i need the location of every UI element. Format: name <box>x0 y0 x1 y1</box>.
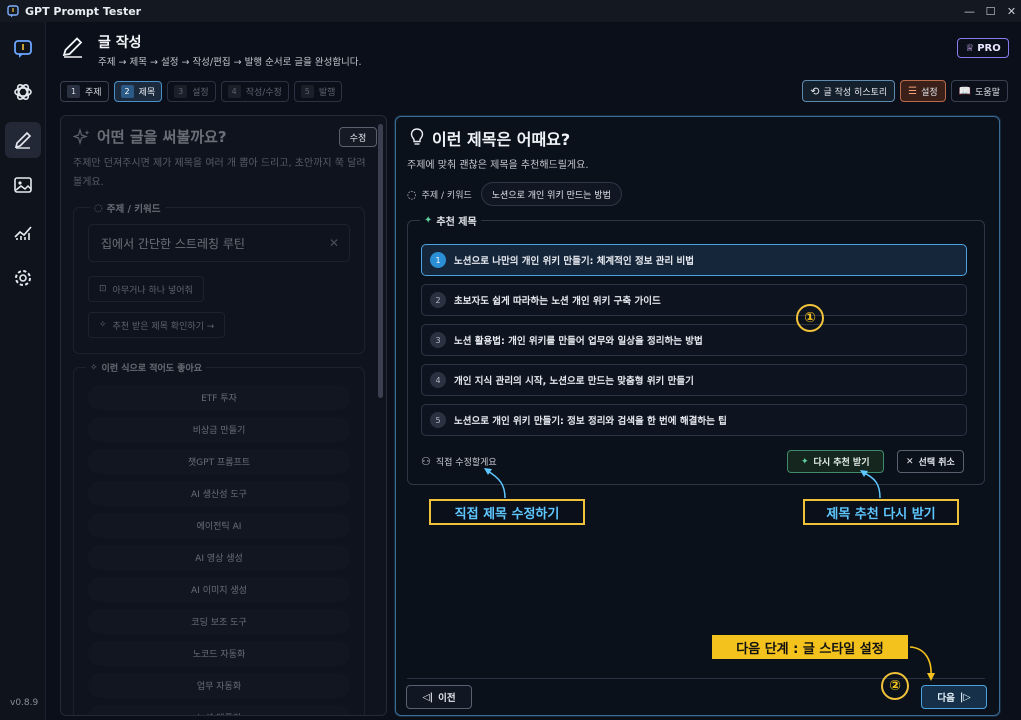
title-bar: GPT Prompt Tester — ☐ ✕ <box>0 0 1021 22</box>
title-panel: 이런 제목은 어때요? 주제에 맞춰 괜찮은 제목을 추천해드릴게요. ◌ 주제… <box>395 116 1000 716</box>
example-chip[interactable]: 코딩 보조 도구 <box>88 609 350 634</box>
page-subtitle: 주제 → 제목 → 설정 → 작성/편집 → 발행 순서로 글을 완성합니다. <box>98 57 362 68</box>
dice-icon: ⊡ <box>99 284 107 294</box>
topic-summary: ◌ 주제 / 키워드 노션으로 개인 위키 만드는 방법 <box>407 182 622 206</box>
next-icon: |▷ <box>959 691 971 703</box>
title-option-3[interactable]: 3 노션 활용법: 개인 위키를 만들어 업무와 일상을 정리하는 방법 <box>421 324 967 356</box>
maximize-button[interactable]: ☐ <box>981 0 1000 22</box>
write-pencil-icon <box>62 37 83 58</box>
example-chip[interactable]: 노코드 자동화 <box>88 641 350 666</box>
book-icon: 📖 <box>958 85 972 97</box>
rail-prompt-tester[interactable] <box>5 31 41 67</box>
topic-chip: 노션으로 개인 위키 만드는 방법 <box>480 182 622 206</box>
example-chip[interactable]: 업무 자동화 <box>88 673 350 698</box>
image-icon <box>14 177 32 193</box>
chat-bubble-icon: ◌ <box>407 187 417 201</box>
nav-rail: v0.8.9 <box>0 22 46 720</box>
example-chip[interactable]: AI 영상 생성 <box>88 545 350 570</box>
edit-topic-button[interactable]: 수정 <box>339 127 377 147</box>
regenerate-button[interactable]: ✦ 다시 추천 받기 <box>787 450 884 473</box>
settings-button[interactable]: ☰ 설정 <box>900 80 946 102</box>
title-option-1[interactable]: 1 노션으로 나만의 개인 위키 만들기: 체계적인 정보 관리 비법 <box>421 244 967 276</box>
tab-step-topic[interactable]: 1 주제 <box>60 81 109 102</box>
clear-icon[interactable]: ✕ <box>329 236 339 250</box>
history-button[interactable]: ⟲ 글 작성 히스토리 <box>802 80 896 102</box>
pencil-icon <box>14 131 32 149</box>
sparkle-green-icon: ✦ <box>424 215 433 226</box>
title-option-4[interactable]: 4 개인 지식 관리의 시작, 노션으로 만드는 맞춤형 위키 만들기 <box>421 364 967 396</box>
tab-step-title[interactable]: 2 제목 <box>113 81 163 102</box>
prompt-tester-icon <box>14 40 32 58</box>
examples-group: ✧ 이런 식으로 적어도 좋아요 ETF 투자 비상금 만들기 챗GPT 프롬프… <box>73 361 365 715</box>
tab-step-settings[interactable]: 3 설정 <box>167 81 216 102</box>
example-chip[interactable]: 노션 템플릿 <box>88 705 350 715</box>
chart-line-icon <box>14 226 32 240</box>
sparkle-small-icon: ✧ <box>99 320 107 330</box>
keyword-group: ◌ 주제 / 키워드 집에서 간단한 스트레칭 루틴 ✕ ⊡ 아무거나 하나 넣… <box>73 201 365 354</box>
gear-icon <box>15 270 31 286</box>
toolbar: ⟲ 글 작성 히스토리 ☰ 설정 📖 도움말 <box>802 80 1008 102</box>
annotation-marker-1: ① <box>796 304 824 332</box>
sparkle-legend-icon: ✧ <box>90 362 98 373</box>
recommended-titles-group: ✦ 추천 제목 1 노션으로 나만의 개인 위키 만들기: 체계적인 정보 관리… <box>407 213 985 485</box>
example-chip[interactable]: AI 이미지 생성 <box>88 577 350 602</box>
close-window-button[interactable]: ✕ <box>1002 0 1021 22</box>
annotation-marker-2: ② <box>881 672 909 700</box>
title-panel-heading: 이런 제목은 어때요? <box>432 130 571 149</box>
check-titles-button[interactable]: ✧ 추천 받은 제목 확인하기 → <box>88 312 226 338</box>
user-edit-icon: ⚇ <box>421 455 431 468</box>
title-option-5[interactable]: 5 노션으로 개인 위키 만들기: 정보 정리와 검색을 한 번에 해결하는 팁 <box>421 404 967 436</box>
page-header: 글 작성 주제 → 제목 → 설정 → 작성/편집 → 발행 순서로 글을 완성… <box>47 22 1021 72</box>
tab-step-edit[interactable]: 4 작성/수정 <box>220 81 289 102</box>
sliders-icon: ☰ <box>908 85 918 97</box>
title-option-2[interactable]: 2 초보자도 쉽게 따라하는 노션 개인 위키 구축 가이드 <box>421 284 967 316</box>
topic-panel: 어떤 글을 써볼까요? 주제만 던져주시면 제가 제목을 여러 개 뽑아 드리고… <box>60 115 387 716</box>
window-title: GPT Prompt Tester <box>25 4 142 18</box>
rail-settings[interactable] <box>5 260 41 296</box>
example-chip[interactable]: ETF 투자 <box>88 385 350 410</box>
rail-chatgpt[interactable] <box>5 74 41 110</box>
help-button[interactable]: 📖 도움말 <box>950 80 1008 102</box>
rail-write[interactable] <box>5 122 41 158</box>
openai-icon <box>14 83 32 101</box>
step-tabs: 1 주제 2 제목 3 설정 4 작성/수정 5 발행 <box>60 81 343 102</box>
rail-image[interactable] <box>5 167 41 203</box>
sparkle-icon <box>73 128 90 146</box>
page-title: 글 작성 <box>98 35 142 51</box>
minimize-button[interactable]: — <box>960 0 979 22</box>
callout-direct-edit: 직접 제목 수정하기 <box>429 499 585 525</box>
random-topic-button[interactable]: ⊡ 아무거나 하나 넣어줘 <box>88 276 204 302</box>
history-icon: ⟲ <box>810 84 820 98</box>
tab-step-publish[interactable]: 5 발행 <box>293 81 343 102</box>
pro-badge[interactable]: ♕ PRO <box>957 38 1009 58</box>
example-chip[interactable]: 챗GPT 프롬프트 <box>88 449 350 474</box>
callout-regenerate: 제목 추천 다시 받기 <box>803 499 959 525</box>
rail-analytics[interactable] <box>5 214 41 250</box>
clear-selection-button[interactable]: ✕ 선택 취소 <box>897 450 964 473</box>
callout-next-step: 다음 단계 : 글 스타일 설정 <box>712 635 908 659</box>
close-icon: ✕ <box>906 456 914 467</box>
topic-panel-desc: 주제만 던져주시면 제가 제목을 여러 개 뽑아 드리고, 초안까지 쭉 달려볼… <box>73 158 366 188</box>
lightbulb-icon <box>410 128 424 145</box>
title-panel-desc: 주제에 맞춰 괜찮은 제목을 추천해드릴게요. <box>407 160 589 171</box>
example-chip[interactable]: 에이전틱 AI <box>88 513 350 538</box>
app-logo-icon <box>7 4 19 17</box>
crown-icon: ♕ <box>965 42 975 54</box>
next-button[interactable]: 다음 |▷ <box>921 685 987 709</box>
prev-button[interactable]: ◁| 이전 <box>406 685 472 709</box>
chat-icon: ◌ <box>94 202 103 214</box>
prev-icon: ◁| <box>422 691 434 703</box>
topic-panel-title: 어떤 글을 써볼까요? <box>97 128 227 146</box>
example-chip[interactable]: 비상금 만들기 <box>88 417 350 442</box>
app-version: v0.8.9 <box>10 698 39 708</box>
example-chip[interactable]: AI 생산성 도구 <box>88 481 350 506</box>
topic-panel-scrollbar[interactable] <box>378 124 383 398</box>
direct-edit-link[interactable]: ⚇ 직접 수정할게요 <box>421 455 497 468</box>
keyword-input[interactable]: 집에서 간단한 스트레칭 루틴 ✕ <box>88 224 350 262</box>
sparkle-regen-icon: ✦ <box>801 456 809 467</box>
